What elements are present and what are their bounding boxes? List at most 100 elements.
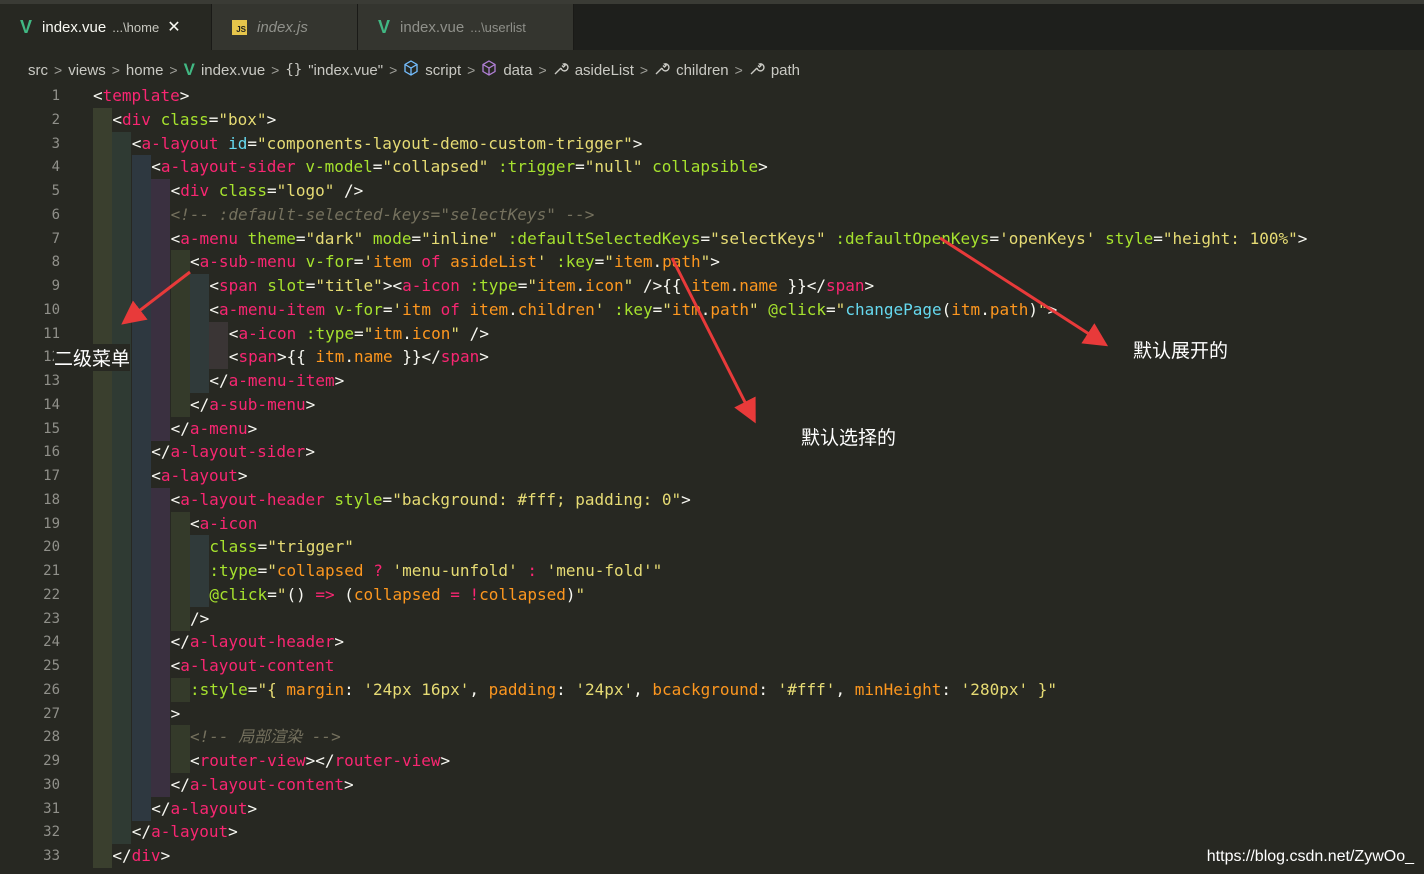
indent-guide [131,796,151,821]
wrench-icon [654,60,670,80]
js-icon: JS [232,19,247,35]
indent-guide [93,274,112,298]
code-line[interactable]: 23 /> [0,606,1424,631]
indent-guide [131,274,151,298]
breadcrumb-item-src[interactable]: src [28,62,48,79]
indent-guide [170,511,190,536]
code-text: :type="collapsed ? 'menu-unfold' : 'menu… [209,561,663,580]
indent-guide [112,321,132,346]
code-text: <a-layout-header style="background: #fff… [170,489,691,509]
breadcrumb-item-module[interactable]: "index.vue" [308,62,383,79]
breadcrumb-item-path[interactable]: path [771,62,800,79]
indent-guide [131,250,151,275]
tab-file-path: ...\userlist [470,19,526,35]
breadcrumb-item-index-vue[interactable]: index.vue [201,62,265,79]
indent-guide [93,820,112,845]
indent-guide [131,345,151,370]
indent-guide [131,535,151,560]
indent-guide [93,155,112,180]
code-line[interactable]: 1 <template> [0,84,1424,108]
code-line[interactable]: 32 </a-layout> [0,820,1424,845]
tab-index-js[interactable]: JS index.js [212,4,358,50]
line-number: 13 [43,373,60,389]
indent-guide [151,772,171,797]
code-line[interactable]: 29 <router-view></router-view> [0,749,1424,773]
close-icon[interactable]: ✕ [167,17,180,37]
code-line[interactable]: 3 <a-layout id="components-layout-demo-cu… [0,131,1424,156]
code-line[interactable]: 6 <!-- :default-selected-keys="selectKeys… [0,202,1424,227]
indent-guide [131,559,151,583]
line-number: 2 [51,111,60,128]
code-line[interactable]: 28 <!-- 局部渲染 --> [0,725,1424,750]
code-line[interactable]: 16 </a-layout-sider> [0,440,1424,465]
vue-icon: V [378,16,391,37]
line-number: 7 [51,230,60,247]
indent-guide [112,226,132,251]
watermark: https://blog.csdn.net/ZywOo_ [1206,848,1414,865]
breadcrumb-item-script[interactable]: script [425,62,461,79]
indent-guide [151,202,171,227]
breadcrumb-item-asidelist[interactable]: asideList [575,62,634,79]
breadcrumb-item-views[interactable]: views [68,62,106,79]
line-number: 30 [43,776,60,793]
chevron-right-icon: > [734,62,743,78]
code-line[interactable]: 18 <a-layout-header style="background: #f… [0,487,1424,512]
code-line[interactable]: 8 <a-sub-menu v-for='item of asideList' :… [0,250,1424,275]
indent-guide [131,392,151,417]
breadcrumb-item-data[interactable]: data [503,62,532,79]
tab-index-vue-userlist[interactable]: V index.vue ...\userlist [358,4,574,50]
indent-guide [112,155,132,180]
code-line[interactable]: 2 <div class="box"> [0,107,1424,132]
chevron-right-icon: > [538,62,547,78]
code-text: /> [190,608,210,628]
indent-guide [170,297,190,322]
indent-guide [112,487,132,512]
indent-guide [112,416,132,441]
code-line[interactable]: 24 </a-layout-header> [0,630,1424,655]
line-number: 23 [43,610,60,627]
line-number: 31 [43,800,60,817]
code-line[interactable]: 31 </a-layout> [0,796,1424,821]
tab-index-vue-home[interactable]: V index.vue ...\home ✕ [0,4,212,50]
indent-guide [112,535,132,560]
indent-guide [93,701,112,726]
code-line[interactable]: 25 <a-layout-content [0,654,1424,678]
indent-guide [209,321,229,346]
code-editor[interactable]: 1 <template> 2 <div class="box"> 3 <a-layout … [0,84,1424,874]
code-line[interactable]: 17 <a-layout> [0,464,1424,488]
code-line[interactable]: 15 </a-menu> [0,416,1424,441]
breadcrumb-item-children[interactable]: children [676,62,729,79]
code-line[interactable]: 4 <a-layout-sider v-model="collapsed" :tr… [0,155,1424,180]
code-text: > [170,703,181,723]
indent-guide [190,274,209,298]
code-line[interactable]: 22 @click="() => (collapsed = !collapsed)… [0,582,1424,607]
indent-guide [170,392,190,417]
code-line[interactable]: 10 <a-menu-item v-for='itm of item.childr… [0,297,1424,322]
code-line[interactable]: 26:style="{ margin: '24px 16px', padding… [0,677,1424,702]
code-text: <span>{{ itm.name }}</span> [228,347,489,367]
annotation-default-selected: 默认选择的 [801,423,897,450]
code-text: <router-view></router-view> [190,751,451,770]
indent-guide [93,131,112,156]
code-line[interactable]: 27 > [0,701,1424,726]
code-line[interactable]: 13 </a-menu-item> [0,369,1424,393]
indent-guide [170,535,190,560]
code-line[interactable]: 14 </a-sub-menu> [0,392,1424,417]
code-line[interactable]: 5 <div class="logo" /> [0,179,1424,203]
indent-guide [151,274,171,298]
code-line[interactable]: 21:type="collapsed ? 'menu-unfold' : 'me… [0,559,1424,583]
line-number: 25 [43,658,60,674]
code-line[interactable]: 20 class="trigger" [0,535,1424,560]
line-number: 32 [43,824,60,841]
indent-guide [151,654,171,678]
indent-guide [112,464,132,488]
code-line[interactable]: 30 </a-layout-content> [0,772,1424,797]
indent-guide [151,630,171,655]
indent-guide [93,725,112,750]
code-text: <a-sub-menu v-for='item of asideList' :k… [190,252,720,272]
code-line[interactable]: 9 <span slot="title"><a-icon :type="item.… [0,274,1424,298]
code-line[interactable]: 19 <a-icon [0,511,1424,536]
code-line[interactable]: 7 <a-menu theme="dark" mode="inline" :def… [0,226,1424,251]
indent-guide [112,369,132,393]
breadcrumb-item-home[interactable]: home [126,62,164,79]
